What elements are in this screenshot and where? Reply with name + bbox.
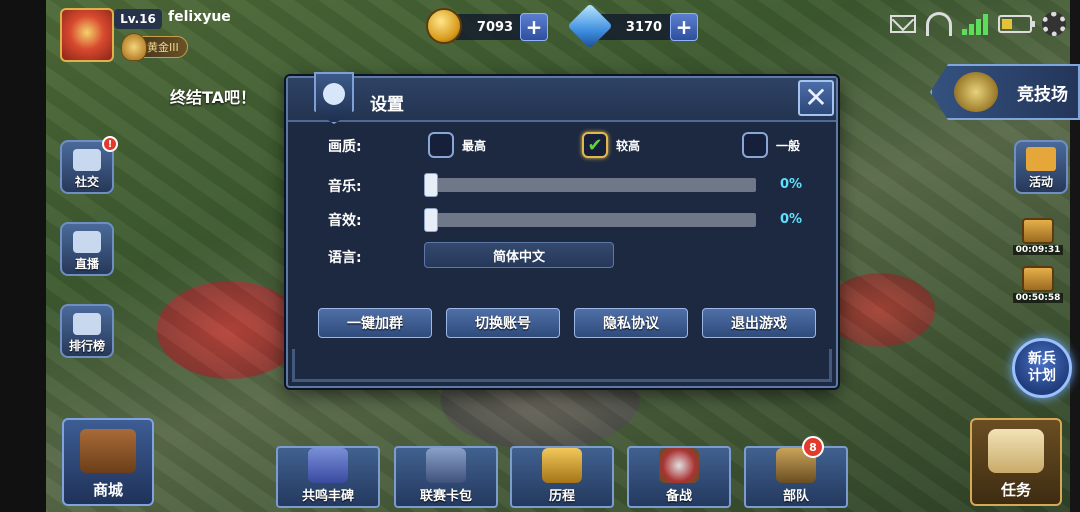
recruit-label-line2: 计划 [1028,368,1056,384]
headset-icon[interactable] [926,12,952,36]
shop-label: 商城 [92,481,123,499]
add-gems-button[interactable]: + [670,13,698,41]
quality-option-label: 一般 [776,138,801,153]
troops-count-badge: 8 [802,436,824,458]
music-slider-thumb[interactable] [424,173,438,197]
marquee-text: 终结TA吧！ [170,88,257,107]
tab-monument[interactable]: 共鸣丰碑 [276,446,380,508]
events-button[interactable]: 活动 [1014,140,1068,194]
join-group-button[interactable]: 一键加群 [318,308,432,338]
tab-troops[interactable]: 部队 8 [744,436,848,508]
quality-option-highest[interactable]: 最高 [428,132,486,158]
tasks-label: 任务 [1000,481,1031,499]
tv-icon [73,231,101,253]
target-icon [659,448,699,483]
recruit-plan-button[interactable]: 新兵 计划 [1012,338,1072,398]
tab-label: 历程 [548,489,575,504]
chest-icon [1022,266,1054,292]
social-alert-badge: ! [102,136,118,152]
leaderboard-button[interactable]: 排行榜 [60,304,114,358]
live-button[interactable]: 直播 [60,222,114,276]
player-avatar[interactable] [60,8,114,62]
tab-label: 联赛卡包 [419,489,472,504]
quality-checkbox-checked[interactable]: ✔ [582,132,608,158]
rank-helmet-icon [121,33,147,61]
tab-prepare[interactable]: 备战 [627,446,731,508]
rank-badge[interactable]: 黄金III [121,33,188,61]
chest-icon [1022,218,1054,244]
scroll-quill-icon [988,429,1044,473]
rank-label: 黄金III [147,41,179,54]
leaderboard-label: 排行榜 [68,339,105,353]
dialog-header: 设置 ✕ [288,72,836,124]
tab-label: 备战 [665,489,692,504]
language-label: 语言: [328,250,362,266]
recruit-label-line1: 新兵 [1028,351,1056,367]
music-label: 音乐: [328,179,362,195]
quality-checkbox[interactable] [428,132,454,158]
language-select[interactable]: 简体中文 [424,242,614,268]
social-label: 社交 [74,175,99,189]
events-label: 活动 [1028,175,1053,189]
tab-label: 部队 [782,489,809,504]
switch-account-button[interactable]: 切换账号 [446,308,560,338]
add-gold-button[interactable]: + [520,13,548,41]
signal-icon [962,13,988,35]
close-button[interactable]: ✕ [798,80,834,116]
live-label: 直播 [74,257,99,271]
arena-button[interactable]: 竞技场 [930,64,1080,120]
tab-league-pack[interactable]: 联赛卡包 [394,446,498,508]
chest-timer: 00:09:31 [1012,245,1064,255]
sfx-value: 0% [780,212,803,227]
chest-slot-1[interactable]: 00:09:31 [1012,218,1064,255]
social-button[interactable]: 社交 ! [60,136,118,194]
quality-option-label: 最高 [462,138,487,153]
status-bar [890,12,1066,36]
settings-dialog: 设置 ✕ 画质: 最高 ✔ 较高 一般 音乐: 0% 音效: 0% 语言: 简体… [286,72,838,388]
gift-box-icon [1026,147,1056,171]
shop-button[interactable]: 商城 [62,418,154,506]
arena-label: 竞技场 [1017,84,1068,105]
card-pack-icon [426,448,466,483]
sfx-slider-thumb[interactable] [424,208,438,232]
dialog-title: 设置 [370,95,404,115]
privacy-policy-button[interactable]: 隐私协议 [574,308,688,338]
cart-icon [80,429,136,473]
sfx-label: 音效: [328,213,362,229]
music-slider[interactable] [424,173,756,197]
player-name: felixyue [168,9,231,25]
settings-emblem-icon [314,72,354,124]
trophy-icon [542,448,582,483]
quality-option-normal[interactable]: 一般 [742,132,800,158]
tasks-button[interactable]: 任务 [970,418,1062,506]
mail-icon[interactable] [890,15,916,33]
quality-option-high[interactable]: ✔ 较高 [582,132,640,158]
star-banner-icon [73,313,101,335]
chest-slot-2[interactable]: 00:50:58 [1012,266,1064,303]
quality-label: 画质: [328,139,362,155]
crossed-swords-icon [954,72,998,112]
radar-icon [73,149,101,171]
tab-label: 共鸣丰碑 [301,489,354,504]
gear-icon[interactable] [1042,12,1066,36]
chest-timer: 00:50:58 [1012,293,1064,303]
exit-game-button[interactable]: 退出游戏 [702,308,816,338]
crystal-monument-icon [308,448,348,483]
player-level: Lv.16 [114,9,162,29]
gem-counter: 3170 + [567,3,698,49]
quality-checkbox[interactable] [742,132,768,158]
music-value: 0% [780,177,803,192]
gold-coin-icon [426,8,462,44]
screen-edge-left [0,0,46,512]
sfx-slider[interactable] [424,208,756,232]
quality-option-label: 较高 [616,138,641,153]
battery-icon [998,15,1035,33]
tab-journey[interactable]: 历程 [510,446,614,508]
gold-counter: 7093 + [426,8,548,44]
